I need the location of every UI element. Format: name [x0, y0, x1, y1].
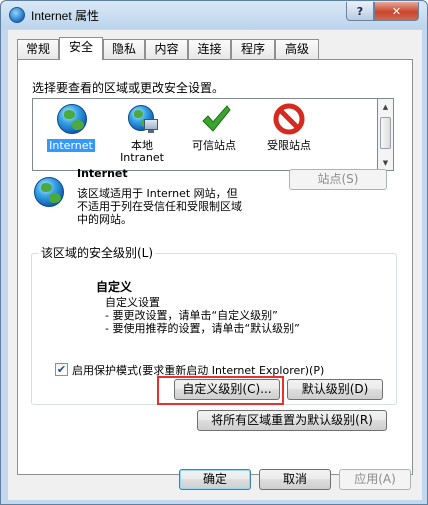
zone-list-scrollbar[interactable]: ▲ ▼ [378, 98, 394, 171]
selected-zone-name: Internet [77, 167, 128, 180]
help-button[interactable]: ? [346, 2, 374, 21]
zone-local-intranet[interactable]: 本地 Intranet [106, 101, 178, 165]
zone-trusted-sites[interactable]: 可信站点 [178, 101, 250, 165]
zone-local-label-2: Intranet [120, 151, 164, 164]
scroll-down-arrow-icon[interactable]: ▼ [378, 156, 393, 170]
tab-general[interactable]: 常规 [17, 39, 59, 59]
scroll-thumb[interactable] [380, 117, 391, 149]
tab-privacy[interactable]: 隐私 [103, 39, 145, 59]
internet-options-dialog: Internet 属性 ? ✕ 常规 安全 隐私 内容 连接 程序 高级 选择要… [0, 0, 428, 505]
selected-zone-description: 该区域适用于 Internet 网站，但 不适用于列在受信任和受限制区域 中的网… [77, 187, 242, 226]
ok-button[interactable]: 确定 [179, 469, 251, 490]
zone-restricted-label: 受限站点 [267, 139, 311, 152]
window-title: Internet 属性 [31, 9, 100, 23]
tab-connections[interactable]: 连接 [188, 39, 231, 59]
zone-prompt: 选择要查看的区域或更改安全设置。 [32, 81, 225, 95]
scroll-up-arrow-icon[interactable]: ▲ [378, 100, 393, 114]
security-level-description: 自定义设置 - 要更改设置，请单击“自定义级别” - 要使用推荐的设置，请单击“… [105, 296, 300, 335]
cancel-button[interactable]: 取消 [259, 469, 331, 490]
sites-button[interactable]: 站点(S) [289, 169, 387, 190]
tab-programs[interactable]: 程序 [231, 39, 275, 59]
reset-all-zones-button[interactable]: 将所有区域重置为默认级别(R) [197, 410, 387, 431]
zone-trusted-label: 可信站点 [192, 139, 236, 152]
zone-internet[interactable]: Internet [35, 101, 107, 165]
green-check-icon [202, 105, 231, 132]
default-level-button[interactable]: 默认级别(D) [287, 379, 383, 400]
tab-content[interactable]: 内容 [145, 39, 188, 59]
annotation-highlight-box [157, 376, 284, 405]
protected-mode-checkbox[interactable]: ✔ [55, 363, 68, 376]
title-bar: Internet 属性 ? ✕ [1, 1, 427, 29]
selected-zone-globe-icon [34, 177, 64, 207]
ie-globe-icon [9, 7, 25, 23]
local-intranet-icon [126, 103, 160, 135]
zone-list[interactable]: Internet 本地 Intranet 可信站点 受限站点 [32, 98, 378, 171]
tab-security[interactable]: 安全 [59, 37, 103, 60]
zone-internet-label: Internet [47, 139, 95, 152]
security-level-name: 自定义 [96, 280, 133, 294]
zone-restricted-sites[interactable]: 受限站点 [253, 101, 325, 165]
security-level-title: 该区域的安全级别(L) [39, 244, 156, 261]
apply-button[interactable]: 应用(A) [339, 469, 411, 490]
restricted-icon [273, 103, 305, 135]
tab-advanced[interactable]: 高级 [275, 39, 319, 59]
globe-icon [57, 104, 87, 134]
close-button[interactable]: ✕ [374, 2, 419, 21]
